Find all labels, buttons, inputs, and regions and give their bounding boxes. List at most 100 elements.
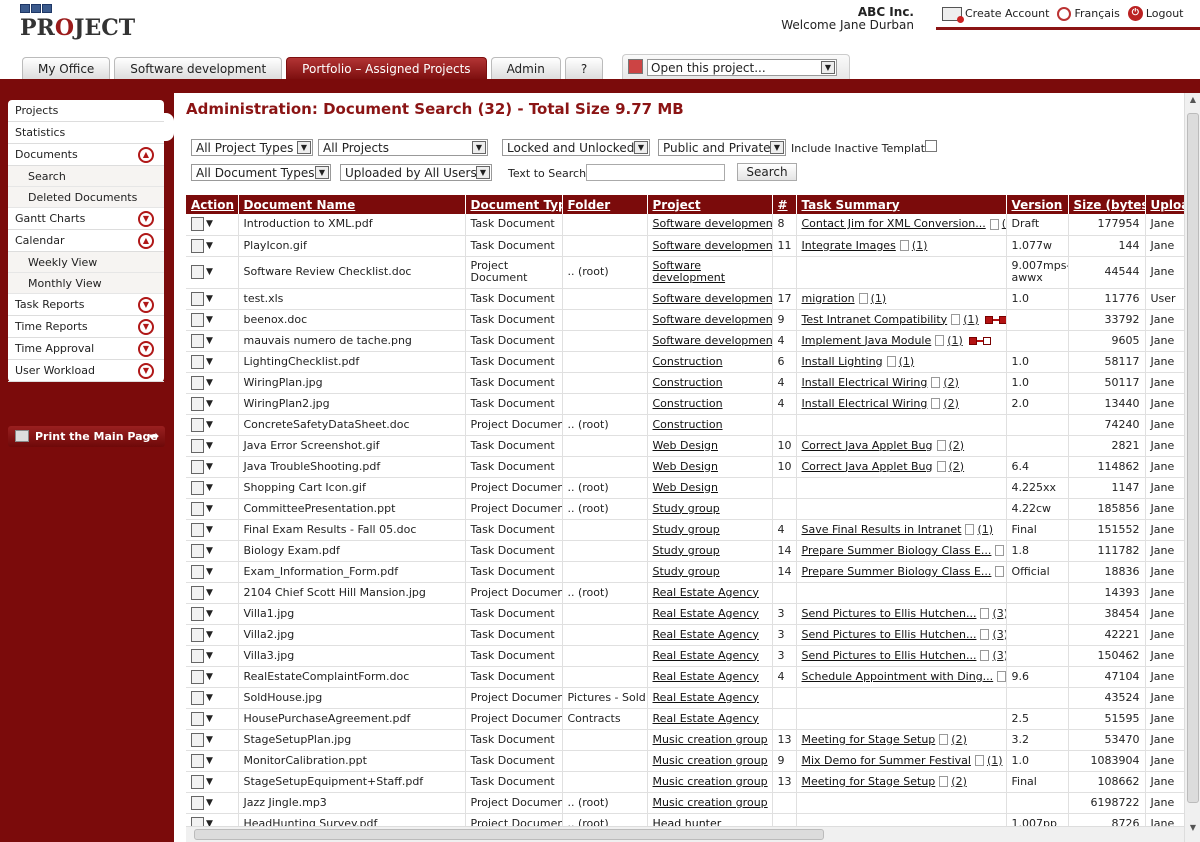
document-name[interactable]: Exam_Information_Form.pdf bbox=[244, 565, 399, 578]
document-name[interactable]: Jazz Jingle.mp3 bbox=[244, 796, 327, 809]
document-count-link[interactable]: (1) bbox=[987, 754, 1003, 767]
projects-select[interactable]: All Projects ▼ bbox=[318, 139, 488, 156]
task-summary-link[interactable]: Schedule Appointment with Ding... bbox=[802, 670, 994, 683]
document-name[interactable]: Final Exam Results - Fall 05.doc bbox=[244, 523, 417, 536]
sidebar-item-calendar[interactable]: Calendar ▲ bbox=[8, 230, 164, 252]
sidebar-item-projects[interactable]: Projects bbox=[8, 100, 164, 122]
document-count-link[interactable]: (2) bbox=[949, 439, 965, 452]
chevron-down-icon[interactable]: ▼ bbox=[206, 335, 213, 347]
chevron-down-icon[interactable]: ▼ bbox=[206, 797, 213, 809]
document-count-link[interactable]: (1) bbox=[963, 313, 979, 326]
document-name[interactable]: StageSetupEquipment+Staff.pdf bbox=[244, 775, 424, 788]
document-icon[interactable] bbox=[980, 629, 990, 640]
sidebar-item-gantt-charts[interactable]: Gantt Charts ▼ bbox=[8, 208, 164, 230]
project-link[interactable]: Web Design bbox=[653, 481, 718, 494]
project-link[interactable]: Music creation group bbox=[653, 754, 768, 767]
document-name[interactable]: 2104 Chief Scott Hill Mansion.jpg bbox=[244, 586, 426, 599]
language-link[interactable]: Français bbox=[1057, 6, 1120, 21]
document-icon[interactable] bbox=[939, 734, 949, 745]
column-header[interactable]: Project bbox=[647, 195, 773, 214]
expand-down-icon[interactable]: ▼ bbox=[138, 363, 154, 379]
document-icon[interactable] bbox=[936, 440, 946, 451]
project-link[interactable]: Real Estate Agency bbox=[653, 628, 759, 641]
expand-down-icon[interactable]: ▼ bbox=[138, 297, 154, 313]
document-icon[interactable] bbox=[980, 608, 990, 619]
document-actions-icon[interactable] bbox=[191, 606, 204, 621]
create-account-link[interactable]: Create Account bbox=[942, 6, 1049, 23]
document-actions-icon[interactable] bbox=[191, 480, 204, 495]
task-summary-link[interactable]: Contact Jim for XML Conversion... bbox=[802, 217, 986, 230]
document-icon[interactable] bbox=[936, 461, 946, 472]
project-link[interactable]: Construction bbox=[653, 418, 723, 431]
column-header[interactable]: Folder bbox=[562, 195, 648, 214]
document-actions-icon[interactable] bbox=[191, 265, 204, 279]
task-summary-link[interactable]: Meeting for Stage Setup bbox=[802, 775, 936, 788]
column-header[interactable]: Uploa bbox=[1145, 195, 1184, 214]
document-name[interactable]: test.xls bbox=[244, 292, 284, 305]
tab-my-office[interactable]: My Office bbox=[22, 57, 111, 79]
document-actions-icon[interactable] bbox=[191, 333, 204, 348]
document-icon[interactable] bbox=[886, 356, 896, 367]
collapse-up-icon[interactable]: ▲ bbox=[138, 233, 154, 249]
document-name[interactable]: Villa1.jpg bbox=[244, 607, 295, 620]
chevron-down-icon[interactable]: ▼ bbox=[206, 419, 213, 431]
chevron-down-icon[interactable]: ▼ bbox=[206, 440, 213, 452]
document-actions-icon[interactable] bbox=[191, 753, 204, 768]
tab-help[interactable]: ? bbox=[564, 57, 604, 79]
document-name[interactable]: Introduction to XML.pdf bbox=[244, 217, 373, 230]
document-actions-icon[interactable] bbox=[191, 354, 204, 369]
document-name[interactable]: RealEstateComplaintForm.doc bbox=[244, 670, 410, 683]
chevron-down-icon[interactable]: ▼ bbox=[206, 692, 213, 704]
task-summary-link[interactable]: Send Pictures to Ellis Hutchen... bbox=[802, 649, 977, 662]
document-actions-icon[interactable] bbox=[191, 543, 204, 558]
task-summary-link[interactable]: Prepare Summer Biology Class E... bbox=[802, 565, 992, 578]
column-header[interactable]: Version bbox=[1006, 195, 1069, 214]
document-name[interactable]: SoldHouse.jpg bbox=[244, 691, 323, 704]
project-link[interactable]: Study group bbox=[653, 544, 720, 557]
document-actions-icon[interactable] bbox=[191, 238, 204, 253]
document-count-link[interactable]: (1) bbox=[977, 523, 993, 536]
column-header[interactable]: # bbox=[772, 195, 797, 214]
scroll-thumb[interactable] bbox=[1187, 113, 1199, 803]
chevron-down-icon[interactable]: ▼ bbox=[206, 524, 213, 536]
project-link[interactable]: Study group bbox=[653, 523, 720, 536]
project-link[interactable]: Construction bbox=[653, 355, 723, 368]
visibility-select[interactable]: Public and Private ▼ bbox=[658, 139, 786, 156]
task-summary-link[interactable]: Send Pictures to Ellis Hutchen... bbox=[802, 628, 977, 641]
vertical-scrollbar[interactable]: ▲ ▼ bbox=[1184, 93, 1200, 842]
chevron-down-icon[interactable]: ▼ bbox=[206, 545, 213, 557]
document-count-link[interactable]: (2) bbox=[951, 775, 967, 788]
chevron-down-icon[interactable]: ▼ bbox=[206, 314, 213, 326]
sidebar-item-documents[interactable]: Documents ▲ bbox=[8, 144, 164, 166]
project-link[interactable]: Web Design bbox=[653, 460, 718, 473]
scroll-down-icon[interactable]: ▼ bbox=[1187, 823, 1199, 835]
document-actions-icon[interactable] bbox=[191, 564, 204, 579]
document-name[interactable]: WiringPlan.jpg bbox=[244, 376, 323, 389]
document-icon[interactable] bbox=[858, 293, 868, 304]
document-count-link[interactable]: (1) bbox=[947, 334, 963, 347]
document-name[interactable]: Java TroubleShooting.pdf bbox=[244, 460, 381, 473]
document-name[interactable]: PlayIcon.gif bbox=[244, 239, 307, 252]
document-name[interactable]: ConcreteSafetyDataSheet.doc bbox=[244, 418, 410, 431]
expand-down-icon[interactable]: ▼ bbox=[138, 341, 154, 357]
chevron-down-icon[interactable]: ▼ bbox=[206, 650, 213, 662]
task-summary-link[interactable]: Correct Java Applet Bug bbox=[802, 439, 933, 452]
document-actions-icon[interactable] bbox=[191, 438, 204, 453]
project-link[interactable]: Study group bbox=[653, 565, 720, 578]
print-main-page-button[interactable]: Print the Main Page ➡ bbox=[8, 426, 165, 447]
document-count-link[interactable]: (2) bbox=[943, 397, 959, 410]
logout-link[interactable]: ⏻ Logout bbox=[1127, 6, 1183, 21]
document-count-link[interactable]: (2) bbox=[943, 376, 959, 389]
include-inactive-checkbox[interactable] bbox=[925, 140, 937, 152]
chevron-down-icon[interactable]: ▼ bbox=[206, 587, 213, 599]
document-name[interactable]: Software Review Checklist.doc bbox=[244, 265, 412, 278]
document-icon[interactable] bbox=[951, 314, 961, 325]
document-name[interactable]: Villa3.jpg bbox=[244, 649, 295, 662]
document-actions-icon[interactable] bbox=[191, 375, 204, 390]
document-count-link[interactable]: (3) bbox=[992, 628, 1005, 641]
task-summary-link[interactable]: Send Pictures to Ellis Hutchen... bbox=[802, 607, 977, 620]
document-name[interactable]: LightingChecklist.pdf bbox=[244, 355, 360, 368]
sidebar-item-statistics[interactable]: Statistics bbox=[8, 122, 164, 144]
document-count-link[interactable]: (2) bbox=[951, 733, 967, 746]
column-header[interactable]: Document Type bbox=[465, 195, 563, 214]
